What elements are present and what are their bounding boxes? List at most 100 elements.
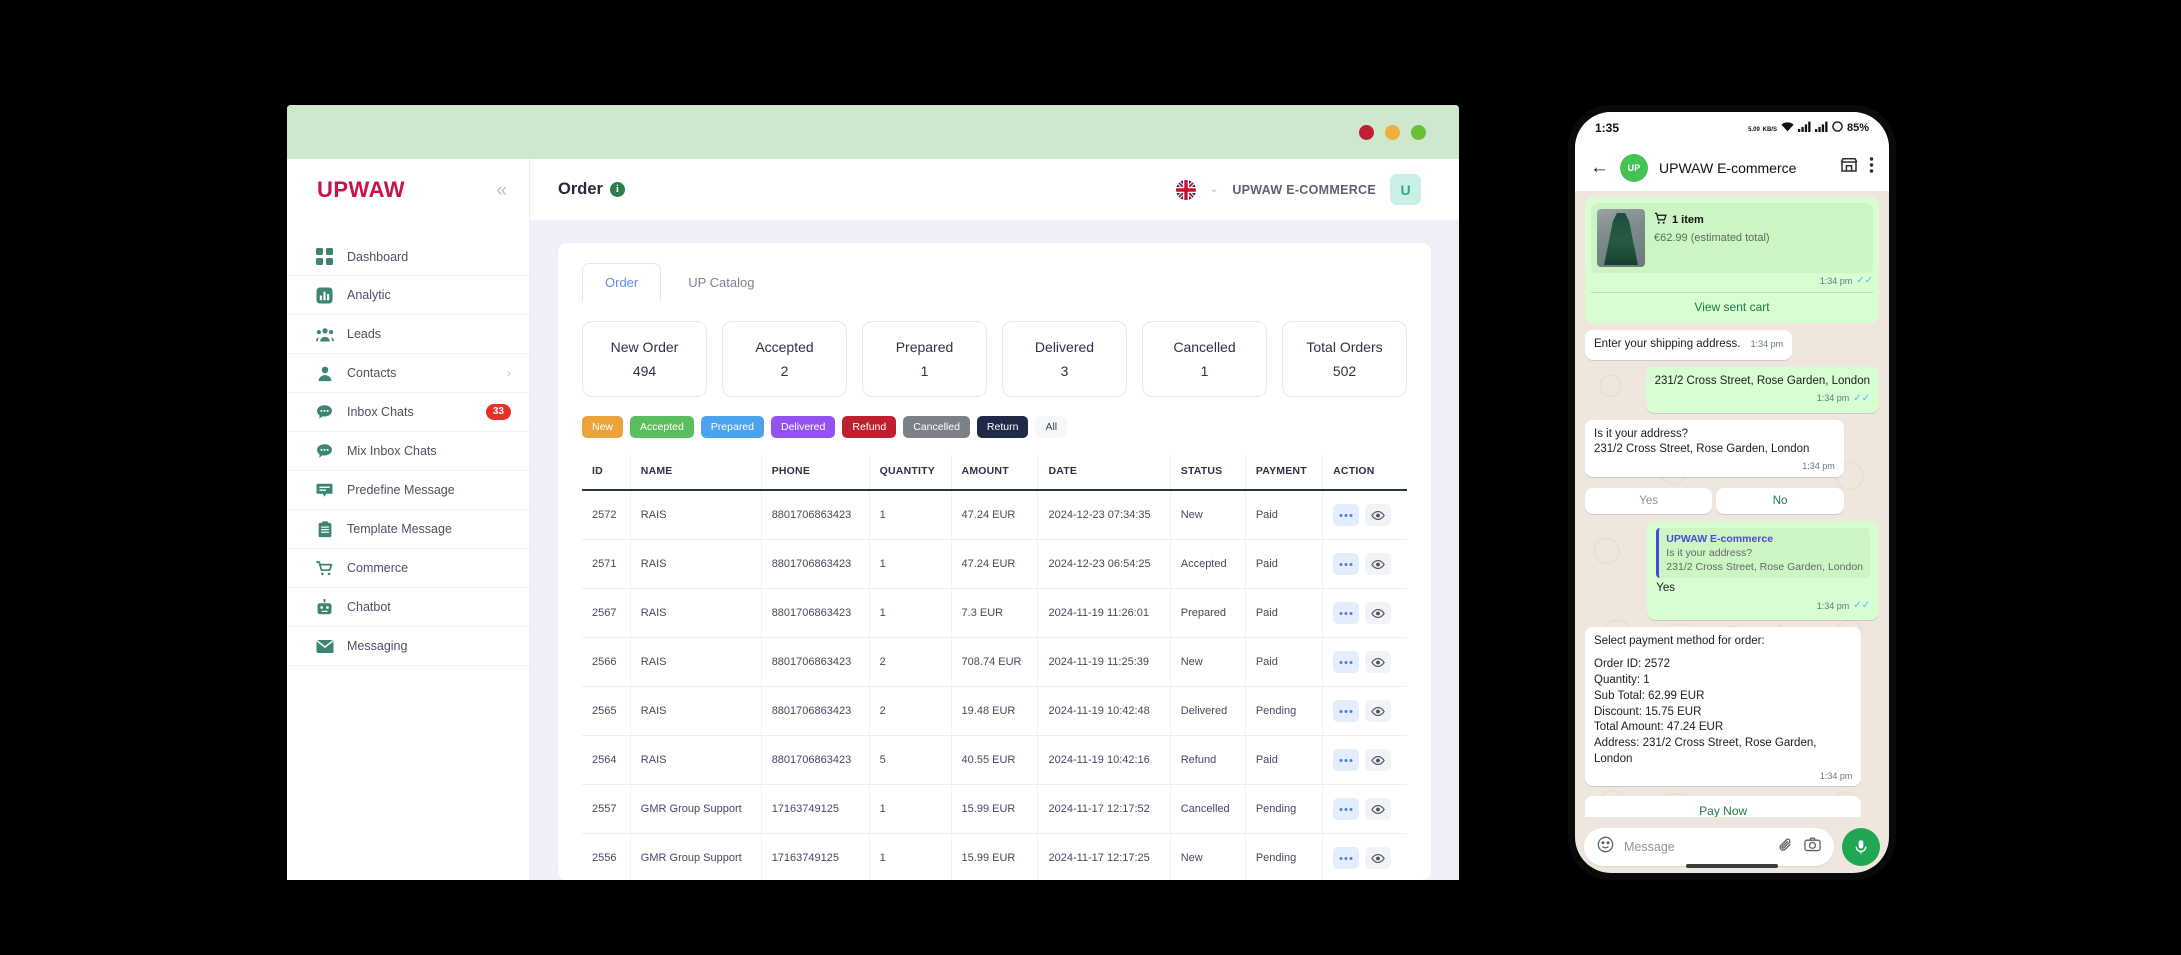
window-titlebar	[287, 105, 1459, 159]
table-row[interactable]: 2564RAIS8801706863423540.55 EUR2024-11-1…	[582, 736, 1407, 785]
stat-card-accepted[interactable]: Accepted 2	[722, 321, 847, 397]
emoji-icon[interactable]	[1597, 836, 1614, 858]
stat-card-cancelled[interactable]: Cancelled 1	[1142, 321, 1267, 397]
status-filter-accepted[interactable]: Accepted	[630, 416, 694, 438]
table-row[interactable]: 2567RAIS880170686342317.3 EUR2024-11-19 …	[582, 589, 1407, 638]
eye-icon[interactable]	[1365, 798, 1391, 820]
payment-lines: Order ID: 2572Quantity: 1Sub Total: 62.9…	[1594, 657, 1852, 768]
cell-date: 2024-11-17 12:17:52	[1038, 785, 1170, 834]
payment-line: Sub Total: 62.99 EUR	[1594, 689, 1852, 705]
eye-icon[interactable]	[1365, 651, 1391, 673]
sidebar-item-inbox-chats[interactable]: Inbox Chats 33	[287, 393, 529, 432]
storefront-icon[interactable]	[1840, 156, 1858, 179]
sidebar-item-analytic[interactable]: Analytic	[287, 276, 529, 315]
sidebar-item-leads[interactable]: Leads	[287, 315, 529, 354]
eye-icon[interactable]	[1365, 749, 1391, 771]
status-filter-refund[interactable]: Refund	[842, 416, 896, 438]
eye-icon[interactable]	[1365, 602, 1391, 624]
sidebar-item-mix-inbox-chats[interactable]: Mix Inbox Chats	[287, 432, 529, 471]
camera-icon[interactable]	[1804, 836, 1821, 858]
eye-icon[interactable]	[1365, 700, 1391, 722]
table-row[interactable]: 2566RAIS88017068634232708.74 EUR2024-11-…	[582, 638, 1407, 687]
more-vertical-icon[interactable]	[1869, 156, 1874, 179]
eye-icon[interactable]	[1365, 847, 1391, 869]
ellipsis-icon[interactable]	[1333, 504, 1359, 526]
chat-bubble-outgoing[interactable]: 231/2 Cross Street, Rose Garden, London …	[1646, 367, 1879, 413]
sidebar-item-commerce[interactable]: Commerce	[287, 549, 529, 588]
contact-name[interactable]: UPWAW E-commerce	[1659, 160, 1829, 176]
info-icon[interactable]: i	[610, 182, 625, 197]
stat-card-delivered[interactable]: Delivered 3	[1002, 321, 1127, 397]
message-input[interactable]: Message	[1624, 840, 1768, 854]
ellipsis-icon[interactable]	[1333, 602, 1359, 624]
chevron-double-left-icon[interactable]: «	[496, 181, 507, 200]
address-yes-button[interactable]: Yes	[1585, 488, 1712, 514]
main-header: Order i ⌄ UPWAW E-COMMERCE U	[530, 159, 1459, 221]
table-row[interactable]: 2557GMR Group Support17163749125115.99 E…	[582, 785, 1407, 834]
window-maximize-button[interactable]	[1411, 125, 1426, 140]
ellipsis-icon[interactable]	[1333, 847, 1359, 869]
sidebar-item-chatbot[interactable]: Chatbot	[287, 588, 529, 627]
pay-now-button[interactable]: Pay Now	[1585, 796, 1861, 817]
chat-bubble-outgoing-quoted[interactable]: UPWAW E-commerce Is it your address? 231…	[1647, 521, 1879, 620]
uk-flag-icon[interactable]	[1176, 180, 1196, 200]
battery-percentage: 85%	[1847, 122, 1869, 134]
header-actions: ⌄ UPWAW E-COMMERCE U	[1176, 174, 1421, 205]
orders-table: IDNAMEPHONEQUANTITYAMOUNTDATESTATUSPAYME…	[582, 455, 1407, 880]
chevron-right-icon: ›	[507, 366, 511, 380]
window-close-button[interactable]	[1359, 125, 1374, 140]
cell-customer-name: RAIS	[630, 638, 761, 687]
table-row[interactable]: 2571RAIS8801706863423147.24 EUR2024-12-2…	[582, 540, 1407, 589]
eye-icon[interactable]	[1365, 553, 1391, 575]
table-row[interactable]: 2565RAIS8801706863423219.48 EUR2024-11-1…	[582, 687, 1407, 736]
sidebar-item-dashboard[interactable]: Dashboard	[287, 237, 529, 276]
cell-action	[1323, 687, 1407, 736]
cell-action	[1323, 736, 1407, 785]
desktop-browser-window: UPWAW « Dashboard Analytic	[287, 105, 1459, 880]
microphone-icon[interactable]	[1842, 828, 1880, 866]
sidebar-item-predefine-message[interactable]: Predefine Message	[287, 471, 529, 510]
bar-chart-icon	[315, 286, 334, 305]
status-filter-return[interactable]: Return	[977, 416, 1029, 438]
message-input-pill[interactable]: Message	[1584, 828, 1834, 866]
ellipsis-icon[interactable]	[1333, 700, 1359, 722]
contact-avatar[interactable]: UP	[1620, 154, 1648, 182]
sent-cart-message[interactable]: 1 item €62.99 (estimated total) 1:34 pm …	[1585, 197, 1879, 323]
ellipsis-icon[interactable]	[1333, 749, 1359, 771]
chat-bubble-incoming[interactable]: Enter your shipping address. 1:34 pm	[1585, 330, 1792, 360]
status-icons: 5.09 KB/S 85%	[1748, 121, 1869, 135]
sidebar-item-messaging[interactable]: Messaging	[287, 627, 529, 666]
avatar[interactable]: U	[1390, 174, 1421, 205]
eye-icon[interactable]	[1365, 504, 1391, 526]
status-filter-delivered[interactable]: Delivered	[771, 416, 835, 438]
arrow-left-icon[interactable]: ←	[1590, 158, 1609, 177]
status-filter-all[interactable]: All	[1035, 416, 1067, 438]
window-minimize-button[interactable]	[1385, 125, 1400, 140]
address-no-button[interactable]: No	[1716, 488, 1843, 514]
sidebar-item-label: Inbox Chats	[347, 405, 473, 419]
table-row[interactable]: 2556GMR Group Support17163749125115.99 E…	[582, 834, 1407, 881]
stat-card-total-orders[interactable]: Total Orders 502	[1282, 321, 1407, 397]
page-title: Order i	[558, 180, 625, 199]
status-filter-cancelled[interactable]: Cancelled	[903, 416, 970, 438]
payment-heading: Select payment method for order:	[1594, 634, 1852, 650]
stat-card-prepared[interactable]: Prepared 1	[862, 321, 987, 397]
status-filter-prepared[interactable]: Prepared	[701, 416, 764, 438]
status-filter-new[interactable]: New	[582, 416, 623, 438]
view-sent-cart-button[interactable]: View sent cart	[1591, 293, 1873, 317]
cell-quantity: 2	[869, 687, 951, 736]
tab-order[interactable]: Order	[582, 263, 661, 302]
table-row[interactable]: 2572RAIS8801706863423147.24 EUR2024-12-2…	[582, 490, 1407, 540]
chat-thread[interactable]: 1 item €62.99 (estimated total) 1:34 pm …	[1575, 191, 1889, 817]
tab-up-catalog[interactable]: UP Catalog	[665, 263, 777, 302]
stat-card-new-order[interactable]: New Order 494	[582, 321, 707, 397]
ellipsis-icon[interactable]	[1333, 798, 1359, 820]
phone-status-bar: 1:35 5.09 KB/S	[1575, 112, 1889, 144]
sidebar-item-template-message[interactable]: Template Message	[287, 510, 529, 549]
chevron-down-icon[interactable]: ⌄	[1210, 184, 1218, 195]
paperclip-icon[interactable]	[1778, 837, 1794, 858]
tab-bar: Order UP Catalog	[582, 263, 1407, 302]
sidebar-item-contacts[interactable]: Contacts ›	[287, 354, 529, 393]
ellipsis-icon[interactable]	[1333, 553, 1359, 575]
ellipsis-icon[interactable]	[1333, 651, 1359, 673]
